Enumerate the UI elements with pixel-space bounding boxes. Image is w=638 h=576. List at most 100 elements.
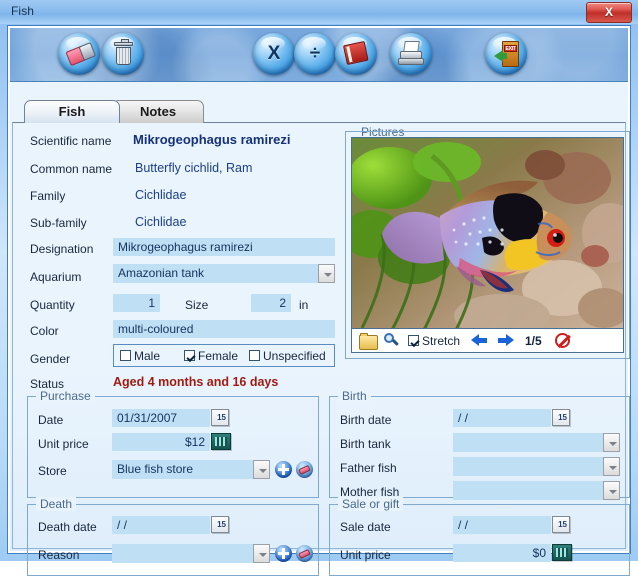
clear-death-reason-button[interactable] [296,545,313,562]
clear-store-button[interactable] [296,461,313,478]
tab-fish[interactable]: Fish [24,100,120,123]
tab-notes[interactable]: Notes [112,100,204,123]
label-store: Store [38,464,67,478]
label-sale-date: Sale date [340,520,391,534]
label-death-date: Death date [38,520,97,534]
value-common-name: Butterfly cichlid, Ram [135,161,253,175]
birth-group-title: Birth [338,389,371,403]
calculator-icon-sale-price[interactable] [552,544,572,561]
multiply-icon: X [267,43,281,64]
death-group-title: Death [36,497,77,511]
calculator-icon-purchase-price[interactable] [211,433,231,450]
status-value: Aged 4 months and 16 days [113,375,279,389]
stretch-checkbox[interactable]: Stretch [408,334,460,348]
sale-date-input[interactable]: / / [453,516,551,534]
previous-arrow-icon[interactable] [471,334,487,347]
gender-group: Male Female Unspecified [113,344,335,367]
title-bar: Fish X [0,0,638,24]
birth-date-input[interactable]: / / [453,409,551,427]
chevron-down-icon[interactable] [253,460,270,479]
calendar-icon-death-date[interactable]: 15 [211,516,229,533]
checkbox-female-box[interactable] [184,350,195,361]
aquarium-select-value: Amazonian tank [118,266,205,280]
catalog-button[interactable] [335,33,377,75]
father-fish-select[interactable] [453,457,620,476]
label-size-unit: in [299,298,309,312]
chevron-down-icon[interactable] [603,481,620,500]
value-family: Cichlidae [135,188,187,202]
death-reason-select[interactable] [112,544,270,563]
checkbox-female-label: Female [198,349,239,363]
aquarium-select[interactable]: Amazonian tank [113,264,335,283]
stretch-checkbox-label: Stretch [422,334,461,348]
label-purchase-date: Date [38,413,64,427]
exit-button[interactable]: EXIT [485,33,527,75]
value-scientific-name: Mikrogeophagus ramirezi [133,132,291,147]
label-purchase-unit-price: Unit price [38,437,89,451]
label-death-reason: Reason [38,548,80,562]
add-death-reason-button[interactable] [275,545,292,562]
store-select[interactable]: Blue fish store [112,460,270,479]
checkbox-male-label: Male [134,349,161,363]
client-frame: X ÷ EXIT Fish Notes Scientific name Mikr… [7,25,631,576]
calendar-icon-birth-date[interactable]: 15 [552,409,570,426]
color-input[interactable]: multi-coloured [113,320,335,338]
size-input[interactable]: 2 [251,294,291,312]
toolbar: X ÷ EXIT [10,28,628,82]
clear-button[interactable] [58,33,100,75]
add-store-button[interactable] [275,461,292,478]
label-birth-tank: Birth tank [340,437,391,451]
label-father-fish: Father fish [340,461,397,475]
label-color: Color [30,324,59,338]
label-aquarium: Aquarium [30,270,82,284]
calendar-icon-sale-date[interactable]: 15 [552,516,570,533]
checkbox-unspecified[interactable]: Unspecified [249,349,326,363]
label-family: Family [30,189,66,203]
quantity-input[interactable]: 1 [113,294,160,312]
magnifier-icon[interactable] [384,333,399,348]
fish-record-window: Fish X X ÷ EXIT Fish Notes Scientific na… [0,0,638,576]
fish-photo-image [352,138,623,328]
chevron-down-icon[interactable] [603,457,620,476]
label-size: Size [185,298,209,312]
mother-fish-select[interactable] [453,481,620,500]
death-date-input[interactable]: / / [112,516,210,534]
picture-viewer[interactable] [351,137,624,329]
purchase-date-input[interactable]: 01/31/2007 [112,409,210,427]
exit-door-icon: EXIT [494,41,519,67]
designation-input[interactable]: Mikrogeophagus ramirezi [113,238,335,256]
picture-toolbar: Stretch 1/5 [351,329,624,353]
checkbox-female[interactable]: Female [184,349,238,363]
sale-unit-price-input[interactable]: $0 [453,544,551,562]
multiply-button[interactable]: X [253,33,295,75]
chevron-down-icon[interactable] [318,264,335,283]
close-button[interactable]: X [586,2,632,23]
print-button[interactable] [390,33,432,75]
label-designation: Designation [30,242,94,256]
checkbox-male-box[interactable] [120,350,131,361]
death-group: Death [27,497,319,576]
folder-icon[interactable] [359,333,378,350]
calendar-icon-purchase-date[interactable]: 15 [211,409,229,426]
checkbox-male[interactable]: Male [120,349,160,363]
delete-button[interactable] [102,33,144,75]
fish-photo [352,138,623,328]
fish-tab-page: Scientific name Mikrogeophagus ramirezi … [12,122,630,576]
divide-icon: ÷ [309,43,321,64]
exit-sign-label: EXIT [504,45,517,52]
forbidden-icon[interactable] [555,333,570,348]
label-common-name: Common name [30,162,113,176]
window-title: Fish [11,4,35,18]
chevron-down-icon[interactable] [603,433,620,452]
next-arrow-icon[interactable] [498,334,514,347]
label-gender: Gender [30,352,71,366]
divide-button[interactable]: ÷ [294,33,336,75]
stretch-checkbox-box[interactable] [408,335,419,346]
checkbox-unspecified-box[interactable] [249,350,260,361]
value-sub-family: Cichlidae [135,215,187,229]
chevron-down-icon[interactable] [253,544,270,563]
label-sub-family: Sub-family [30,216,87,230]
birth-tank-select[interactable] [453,433,620,452]
label-scientific-name: Scientific name [30,134,112,148]
purchase-unit-price-input[interactable]: $12 [112,433,210,451]
